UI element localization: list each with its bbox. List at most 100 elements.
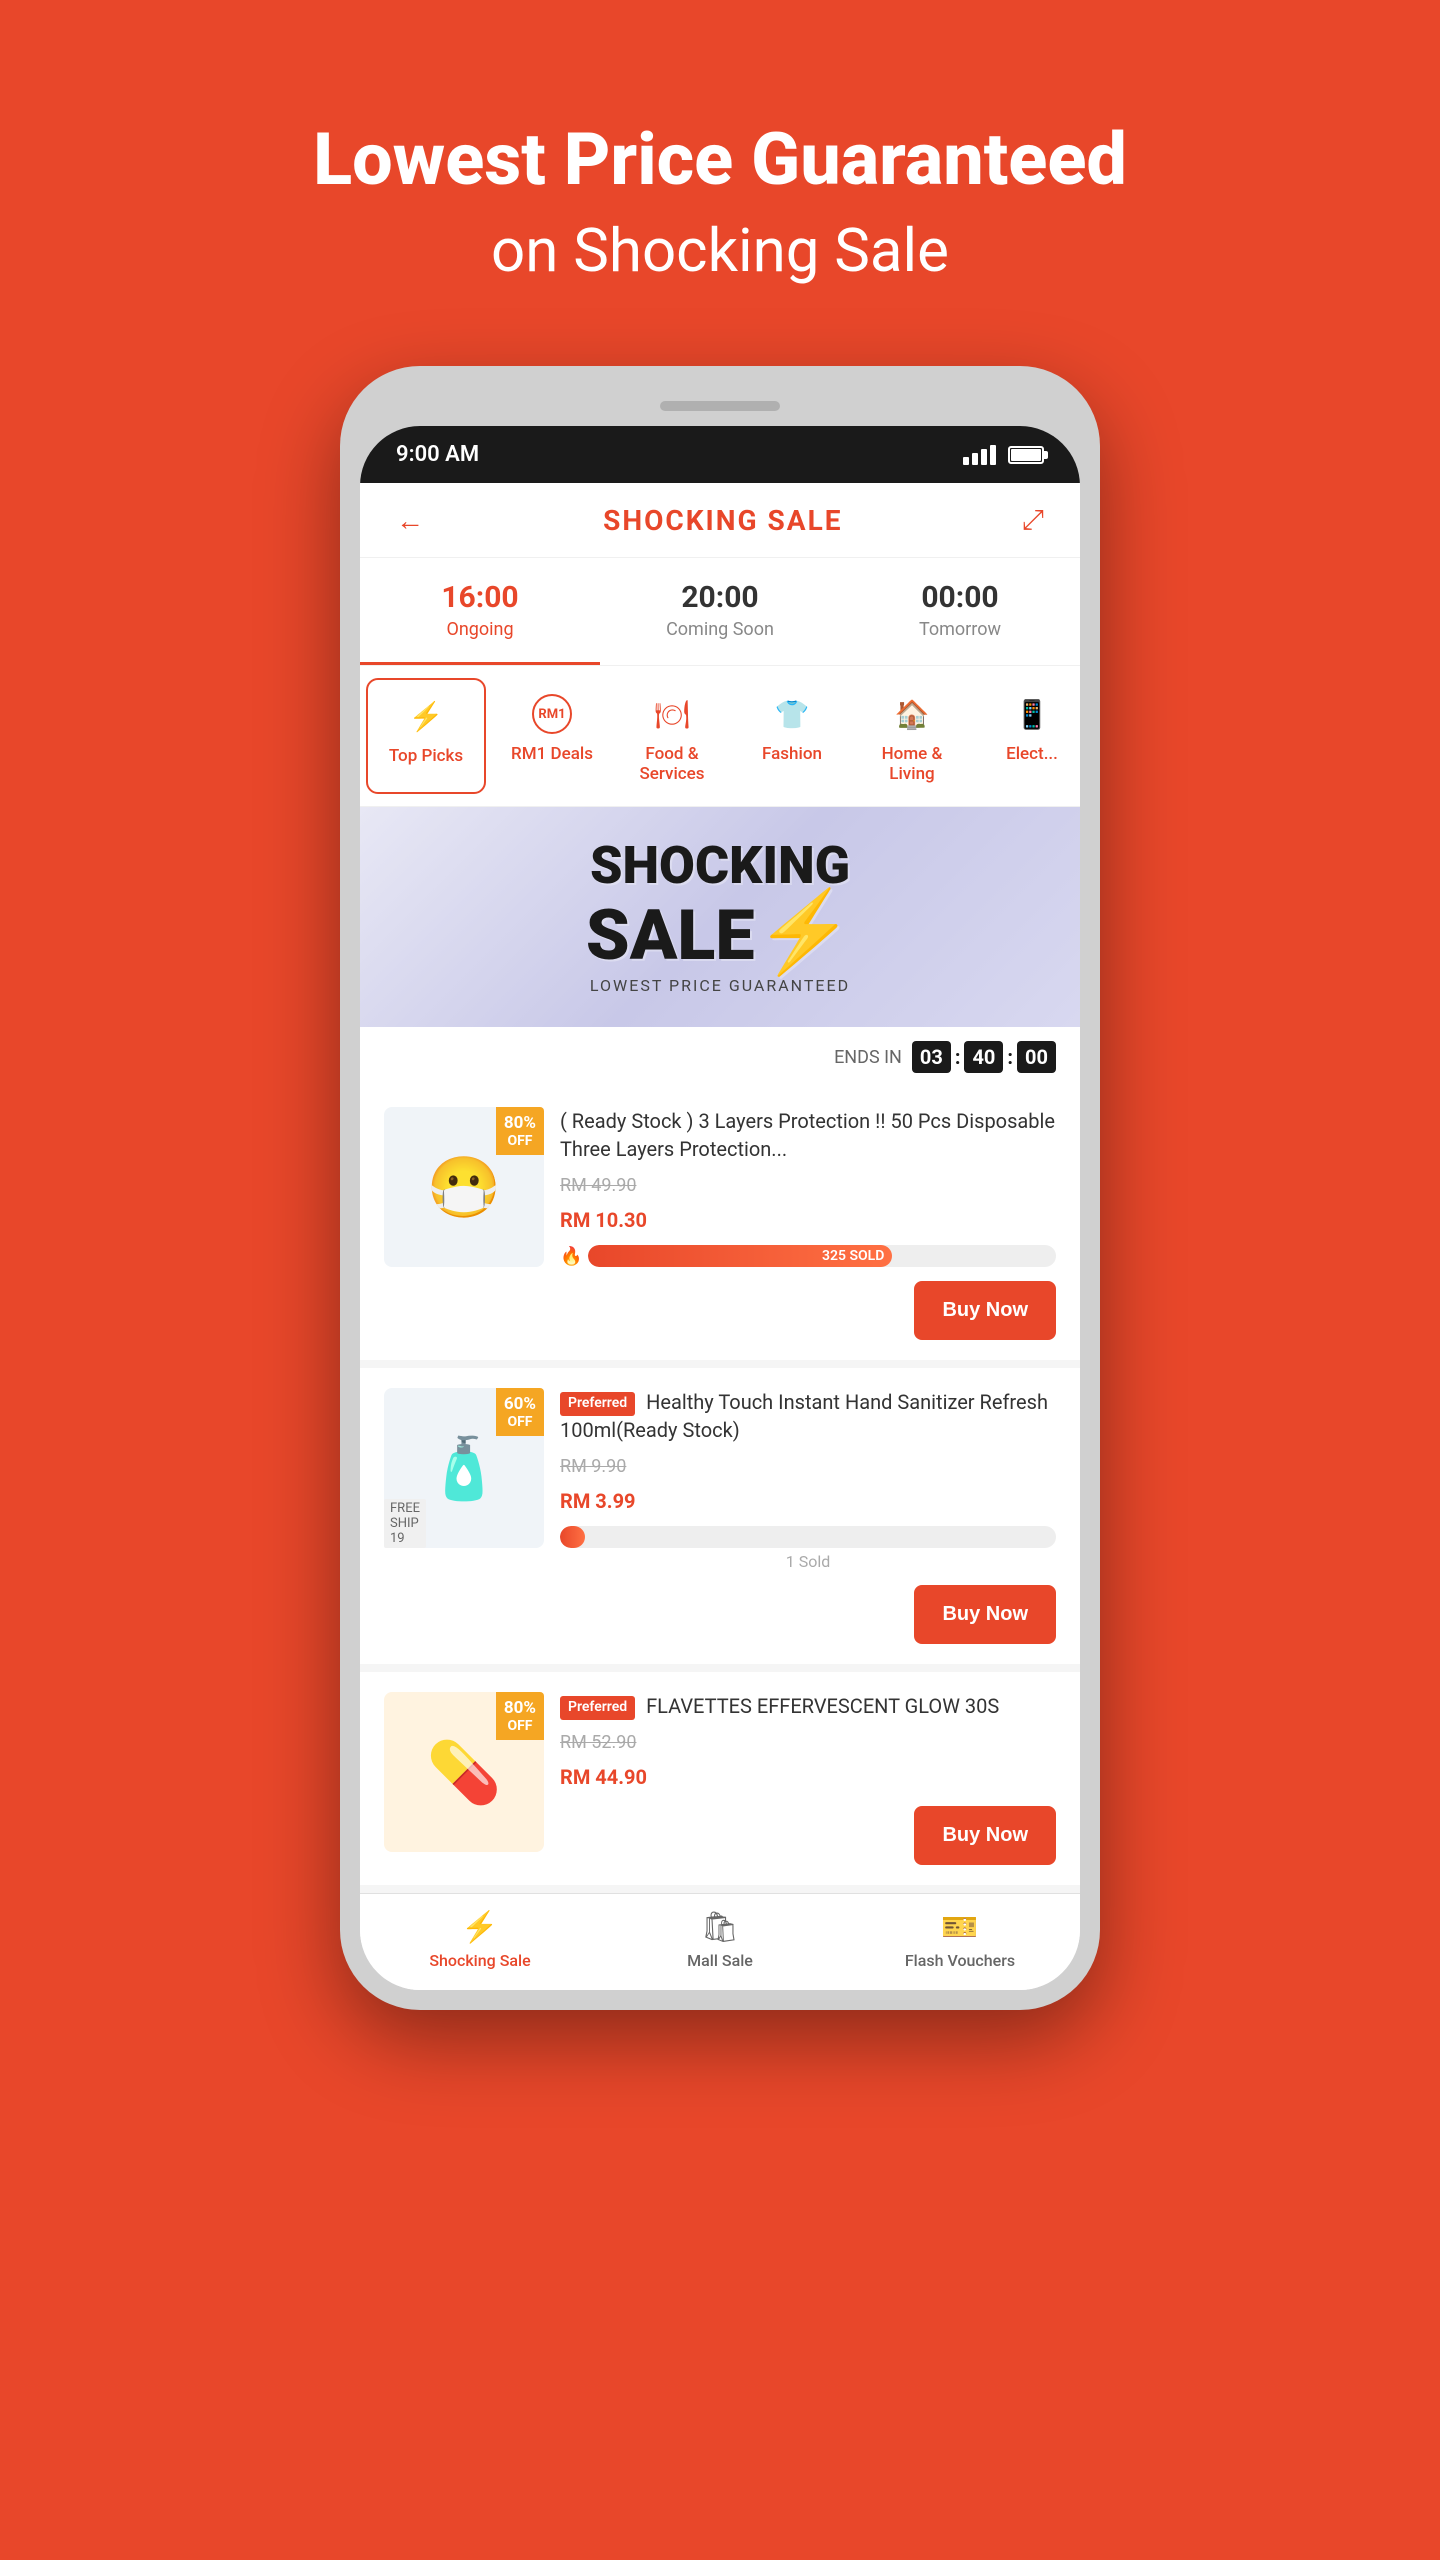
sale-price-3: RM 44.90 — [560, 1757, 1056, 1792]
banner-sale: SALE⚡ — [586, 892, 854, 972]
original-price-2: RM 9.90 — [560, 1456, 1056, 1477]
cat-tab-fashion[interactable]: 👕 Fashion — [732, 678, 852, 794]
product-image-2: 🧴 60% OFF FREESHIP19 — [384, 1388, 544, 1548]
product-name-1: ( Ready Stock ) 3 Layers Protection !! 5… — [560, 1107, 1056, 1163]
product-image-3: 💊 80% OFF — [384, 1692, 544, 1852]
countdown-minutes: 40 — [964, 1041, 1003, 1073]
cat-tab-rm1[interactable]: RM1 RM1 Deals — [492, 678, 612, 794]
food-icon: 🍽 — [646, 688, 698, 740]
cat-label-electronics: Elect... — [1006, 744, 1058, 764]
countdown-bar: ENDS IN 03 : 40 : 00 — [360, 1027, 1080, 1087]
cat-tab-top-picks[interactable]: ⚡ Top Picks — [366, 678, 486, 794]
status-bar: 9:00 AM — [360, 426, 1080, 483]
cat-tab-electronics[interactable]: 📱 Elect... — [972, 678, 1080, 794]
time-tab-label-2: Coming Soon — [610, 619, 830, 640]
bottom-nav: ⚡ Shocking Sale 🛍 Mall Sale 🎫 Flash Vouc… — [360, 1893, 1080, 1990]
sold-count-1: 325 SOLD — [822, 1248, 884, 1264]
original-price-1: RM 49.90 — [560, 1175, 1056, 1196]
phone-notch — [360, 386, 1080, 426]
product-list: 😷 80% OFF ( Ready Stock ) 3 Layers Prote… — [360, 1087, 1080, 1893]
status-time: 9:00 AM — [396, 442, 479, 467]
phone-screen: 9:00 AM ← SHOCKING SALE ⤢ 16:0 — [360, 426, 1080, 1990]
vitamins-icon: 💊 — [427, 1737, 502, 1808]
time-tab-label-1: Ongoing — [370, 619, 590, 640]
time-tabs: 16:00 Ongoing 20:00 Coming Soon 00:00 To… — [360, 558, 1080, 666]
top-nav: ← SHOCKING SALE ⤢ — [360, 483, 1080, 558]
product-item-2: 🧴 60% OFF FREESHIP19 Preferred Healthy T… — [360, 1368, 1080, 1672]
product-image-1: 😷 80% OFF — [384, 1107, 544, 1267]
sale-price-1: RM 10.30 — [560, 1200, 1056, 1235]
rm1-icon: RM1 — [526, 688, 578, 740]
hero-section: Lowest Price Guaranteed on Shocking Sale — [313, 0, 1127, 366]
cat-tab-food[interactable]: 🍽 Food &Services — [612, 678, 732, 794]
countdown-seconds: 00 — [1017, 1041, 1056, 1073]
product-name-3: Preferred FLAVETTES EFFERVESCENT GLOW 30… — [560, 1692, 1056, 1720]
preferred-badge-3: Preferred — [560, 1696, 635, 1720]
sold-count-2: 1 Sold — [560, 1552, 1056, 1571]
ends-in-label: ENDS IN — [834, 1047, 902, 1068]
time-tab-ongoing[interactable]: 16:00 Ongoing — [360, 558, 600, 665]
notch-bar — [660, 401, 780, 411]
sale-banner: SHOCKING SALE⚡ LOWEST PRICE GUARANTEED — [360, 807, 1080, 1027]
progress-bar-2 — [560, 1526, 1056, 1548]
original-price-3: RM 52.90 — [560, 1732, 1056, 1753]
back-button[interactable]: ← — [396, 504, 424, 537]
time-tab-time-2: 20:00 — [610, 580, 830, 615]
hero-line2: on Shocking Sale — [313, 215, 1127, 286]
banner-lightning: ⚡ — [755, 885, 855, 979]
countdown-timer: 03 : 40 : 00 — [912, 1041, 1056, 1073]
cat-label-home: Home &Living — [882, 744, 943, 784]
electronics-icon: 📱 — [1006, 688, 1058, 740]
shocking-sale-label: Shocking Sale — [429, 1951, 530, 1970]
mall-sale-label: Mall Sale — [687, 1951, 753, 1970]
progress-bar-1: 325 SOLD — [588, 1245, 1056, 1267]
bottom-nav-flash-vouchers[interactable]: 🎫 Flash Vouchers — [840, 1910, 1080, 1970]
cat-label-top-picks: Top Picks — [389, 746, 463, 766]
flash-vouchers-label: Flash Vouchers — [905, 1951, 1015, 1970]
flame-icon-1: 🔥 — [560, 1246, 582, 1267]
sale-price-2: RM 3.99 — [560, 1481, 1056, 1516]
mall-sale-icon: 🛍 — [701, 1910, 739, 1945]
hero-line1: Lowest Price Guaranteed — [313, 120, 1127, 199]
banner-subtitle: LOWEST PRICE GUARANTEED — [586, 976, 854, 995]
discount-badge-2: 60% OFF — [496, 1388, 544, 1436]
page-title: SHOCKING SALE — [603, 504, 842, 537]
share-button[interactable]: ⤢ — [1022, 503, 1044, 537]
cat-label-fashion: Fashion — [762, 744, 822, 764]
time-tab-tomorrow[interactable]: 00:00 Tomorrow — [840, 558, 1080, 665]
battery-icon — [1008, 446, 1044, 464]
free-ship-badge-2: FREESHIP19 — [384, 1499, 426, 1548]
product-item-3: 💊 80% OFF Preferred FLAVETTES EFFERVESCE… — [360, 1672, 1080, 1893]
cat-tab-home[interactable]: 🏠 Home &Living — [852, 678, 972, 794]
countdown-hours: 03 — [912, 1041, 951, 1073]
product-name-2: Preferred Healthy Touch Instant Hand San… — [560, 1388, 1056, 1444]
time-tab-time-3: 00:00 — [850, 580, 1070, 615]
banner-title: SHOCKING SALE⚡ — [586, 840, 854, 972]
bottom-nav-mall-sale[interactable]: 🛍 Mall Sale — [600, 1910, 840, 1970]
discount-badge-1: 80% OFF — [496, 1107, 544, 1155]
mask-icon: 😷 — [427, 1152, 502, 1223]
preferred-badge-2: Preferred — [560, 1392, 635, 1416]
cat-label-food: Food &Services — [639, 744, 704, 784]
flash-vouchers-icon: 🎫 — [941, 1910, 978, 1945]
countdown-sep-1: : — [955, 1045, 961, 1069]
cat-label-rm1: RM1 Deals — [511, 744, 593, 764]
countdown-sep-2: : — [1007, 1045, 1013, 1069]
phone-frame: 9:00 AM ← SHOCKING SALE ⤢ 16:0 — [340, 366, 1100, 2010]
product-footer-1: 🔥 325 SOLD — [560, 1245, 1056, 1267]
time-tab-time-1: 16:00 — [370, 580, 590, 615]
sanitizer-icon: 🧴 — [427, 1433, 502, 1504]
time-tab-label-3: Tomorrow — [850, 619, 1070, 640]
buy-now-button-1[interactable]: Buy Now — [914, 1281, 1056, 1340]
buy-now-button-3[interactable]: Buy Now — [914, 1806, 1056, 1865]
lightning-icon: ⚡ — [400, 690, 452, 742]
discount-badge-3: 80% OFF — [496, 1692, 544, 1740]
time-tab-coming-soon[interactable]: 20:00 Coming Soon — [600, 558, 840, 665]
banner-content: SHOCKING SALE⚡ LOWEST PRICE GUARANTEED — [586, 840, 854, 995]
bottom-nav-shocking-sale[interactable]: ⚡ Shocking Sale — [360, 1910, 600, 1970]
fashion-icon: 👕 — [766, 688, 818, 740]
product-item-1: 😷 80% OFF ( Ready Stock ) 3 Layers Prote… — [360, 1087, 1080, 1368]
product-footer-2 — [560, 1526, 1056, 1548]
buy-now-button-2[interactable]: Buy Now — [914, 1585, 1056, 1644]
shocking-sale-icon: ⚡ — [461, 1910, 498, 1945]
